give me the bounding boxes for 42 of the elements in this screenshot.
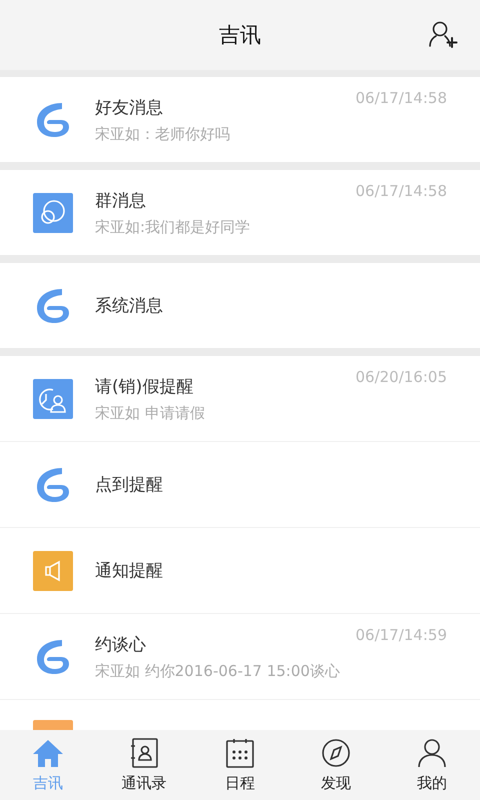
message-row[interactable]: 群消息 宋亚如:我们都是好同学 06/17/14:58: [0, 170, 480, 255]
home-icon: [32, 738, 64, 768]
message-row[interactable]: 系统消息: [0, 263, 480, 348]
message-title: 请(销)假提醒: [95, 376, 194, 398]
tab-label: 发现: [321, 774, 351, 792]
message-row[interactable]: 请(销)假提醒 宋亚如 申请请假 06/20/16:05: [0, 356, 480, 442]
tab[interactable]: 通讯录: [96, 730, 192, 800]
app-title: 吉讯: [219, 22, 261, 49]
message-title: 系统消息: [95, 295, 163, 317]
contact-card-icon: [128, 738, 160, 768]
chat-bubbles-icon: [33, 192, 73, 232]
megaphone-icon: [33, 550, 73, 590]
message-preview: 宋亚如:我们都是好同学: [95, 218, 250, 236]
message-time: 06/17/14:58: [355, 89, 447, 107]
compass-icon: [320, 738, 352, 768]
message-row[interactable]: 点到提醒: [0, 442, 480, 528]
message-time: 06/17/14:58: [355, 182, 447, 200]
message-title: 好友消息: [95, 96, 164, 118]
message-title: 群消息: [95, 190, 147, 212]
tab-label: 吉讯: [33, 774, 63, 792]
message-preview: 宋亚如 申请请假: [95, 404, 205, 422]
message-time: 06/17/14:59: [355, 626, 447, 644]
message-row[interactable]: 通知提醒: [0, 528, 480, 614]
message-preview: 宋亚如：老师你好吗: [95, 124, 230, 144]
tab-label: 日程: [225, 774, 255, 792]
message-time: 06/20/16:05: [355, 368, 447, 386]
tab-label: 我的: [417, 774, 447, 792]
tab[interactable]: 日程: [192, 730, 288, 800]
message-title: 点到提醒: [95, 474, 163, 496]
tab[interactable]: 发现: [288, 730, 384, 800]
add-contact-icon[interactable]: [428, 20, 458, 50]
tab[interactable]: 我的: [384, 730, 480, 800]
app-icon: [33, 720, 73, 730]
clock-person-icon: [33, 378, 73, 418]
message-preview: 宋亚如 约你2016-06-17 15:00谈心: [95, 662, 340, 680]
message-title: 通知提醒: [95, 560, 163, 582]
message-row[interactable]: 约谈心 宋亚如 约你2016-06-17 15:00谈心 06/17/14:59: [0, 614, 480, 700]
message-row[interactable]: 好友消息 宋亚如：老师你好吗 06/17/14:58: [0, 77, 480, 162]
message-title: 约谈心: [95, 634, 147, 656]
calendar-icon: [224, 738, 256, 768]
person-icon: [416, 738, 448, 768]
tab-label: 通讯录: [122, 774, 166, 792]
